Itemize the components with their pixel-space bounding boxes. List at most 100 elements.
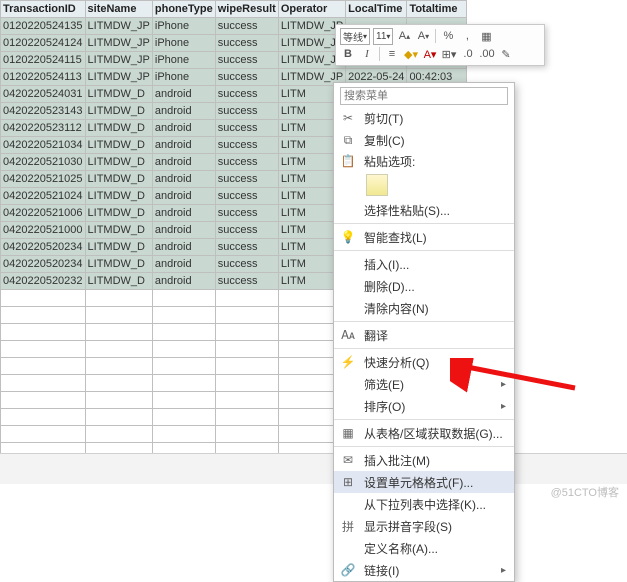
cell[interactable]: android <box>152 86 215 103</box>
cell[interactable]: iPhone <box>152 18 215 35</box>
col-localtime[interactable]: LocalTime <box>346 1 407 18</box>
cell[interactable] <box>85 324 152 341</box>
cell[interactable] <box>215 375 278 392</box>
menu-cut[interactable]: ✂ 剪切(T) <box>334 107 514 129</box>
menu-insert[interactable]: 插入(I)... <box>334 253 514 275</box>
cell[interactable]: android <box>152 205 215 222</box>
cell[interactable]: success <box>215 18 278 35</box>
cell[interactable] <box>152 341 215 358</box>
menu-define-name[interactable]: 定义名称(A)... <box>334 537 514 559</box>
cell[interactable]: LITMDW_D <box>85 273 152 290</box>
col-sitename[interactable]: siteName <box>85 1 152 18</box>
menu-show-pinyin[interactable]: 拼 显示拼音字段(S) <box>334 515 514 537</box>
cell[interactable]: LITMDW_D <box>85 120 152 137</box>
cell[interactable] <box>1 290 86 307</box>
cell[interactable] <box>215 341 278 358</box>
menu-quick-analysis[interactable]: ⚡ 快速分析(Q) <box>334 351 514 373</box>
cell[interactable] <box>215 426 278 443</box>
cell[interactable]: success <box>215 52 278 69</box>
menu-pick-from-list[interactable]: 从下拉列表中选择(K)... <box>334 493 514 515</box>
cell[interactable] <box>85 358 152 375</box>
cell[interactable]: LITMDW_D <box>85 86 152 103</box>
comma-icon[interactable]: , <box>459 28 475 44</box>
italic-button[interactable]: I <box>359 46 375 62</box>
cell[interactable] <box>215 290 278 307</box>
cell[interactable]: android <box>152 120 215 137</box>
cell[interactable] <box>152 324 215 341</box>
cell[interactable] <box>1 324 86 341</box>
border-icon[interactable]: ⊞▾ <box>441 46 457 62</box>
menu-search-input[interactable] <box>340 87 508 105</box>
cell[interactable] <box>152 358 215 375</box>
cell[interactable]: success <box>215 154 278 171</box>
format-painter-icon[interactable]: ✎ <box>498 46 514 62</box>
cell[interactable]: success <box>215 273 278 290</box>
col-totaltime[interactable]: Totaltime <box>407 1 467 18</box>
cell[interactable]: LITMDW_D <box>85 154 152 171</box>
cell[interactable]: LITMDW_D <box>85 103 152 120</box>
cell[interactable]: 0420220520232 <box>1 273 86 290</box>
cell[interactable]: android <box>152 171 215 188</box>
cell[interactable]: 0420220521024 <box>1 188 86 205</box>
cell[interactable]: android <box>152 256 215 273</box>
fill-color-icon[interactable]: ◆▾ <box>403 46 419 62</box>
cell[interactable]: 0420220524031 <box>1 86 86 103</box>
cell[interactable]: success <box>215 205 278 222</box>
cell[interactable]: success <box>215 222 278 239</box>
cell[interactable] <box>152 375 215 392</box>
col-wiperesult[interactable]: wipeResult <box>215 1 278 18</box>
cell[interactable]: LITMDW_JP <box>85 69 152 86</box>
cell[interactable]: success <box>215 120 278 137</box>
cell[interactable] <box>1 341 86 358</box>
cell[interactable]: android <box>152 154 215 171</box>
cell[interactable]: iPhone <box>152 52 215 69</box>
cell[interactable] <box>85 290 152 307</box>
cell[interactable]: android <box>152 188 215 205</box>
menu-translate[interactable]: 🗛 翻译 <box>334 324 514 346</box>
col-operator[interactable]: Operator <box>278 1 345 18</box>
cell[interactable] <box>152 409 215 426</box>
cell[interactable] <box>1 358 86 375</box>
cell[interactable]: LITMDW_D <box>85 222 152 239</box>
cell[interactable]: 0420220521025 <box>1 171 86 188</box>
cell[interactable]: 0120220524115 <box>1 52 86 69</box>
menu-copy[interactable]: ⧉ 复制(C) <box>334 129 514 151</box>
cell[interactable]: LITMDW_D <box>85 256 152 273</box>
cell[interactable]: success <box>215 188 278 205</box>
font-size-select[interactable]: 11 ▾ <box>373 28 393 45</box>
menu-get-data[interactable]: ▦ 从表格/区域获取数据(G)... <box>334 422 514 444</box>
cell[interactable]: LITMDW_JP <box>85 52 152 69</box>
cell[interactable]: success <box>215 256 278 273</box>
cell[interactable]: LITMDW_D <box>85 205 152 222</box>
menu-clear[interactable]: 清除内容(N) <box>334 297 514 319</box>
cell[interactable]: 0420220521000 <box>1 222 86 239</box>
increase-font-icon[interactable]: A▴ <box>396 28 412 44</box>
cell[interactable]: 0420220521034 <box>1 137 86 154</box>
menu-paste-special[interactable]: 选择性粘贴(S)... <box>334 199 514 221</box>
cell[interactable] <box>215 324 278 341</box>
cell[interactable]: 0120220524135 <box>1 18 86 35</box>
cell[interactable]: 0120220524124 <box>1 35 86 52</box>
cell[interactable] <box>85 409 152 426</box>
menu-delete[interactable]: 删除(D)... <box>334 275 514 297</box>
cell[interactable]: LITMDW_D <box>85 239 152 256</box>
cell[interactable]: 0420220520234 <box>1 256 86 273</box>
cell[interactable]: android <box>152 273 215 290</box>
col-phonetype[interactable]: phoneType <box>152 1 215 18</box>
cell[interactable]: 0120220524113 <box>1 69 86 86</box>
menu-search[interactable] <box>340 87 508 105</box>
cell[interactable]: android <box>152 222 215 239</box>
cell[interactable]: LITMDW_D <box>85 137 152 154</box>
cell[interactable]: 0420220521030 <box>1 154 86 171</box>
cell[interactable] <box>85 392 152 409</box>
cell[interactable] <box>85 307 152 324</box>
cell[interactable]: iPhone <box>152 35 215 52</box>
cell[interactable] <box>152 290 215 307</box>
decimal-dec-icon[interactable]: .00 <box>479 46 495 62</box>
menu-format-cells[interactable]: ⊞ 设置单元格格式(F)... <box>334 471 514 493</box>
cell[interactable]: success <box>215 35 278 52</box>
decrease-font-icon[interactable]: A▾ <box>415 28 431 44</box>
menu-insert-comment[interactable]: ✉ 插入批注(M) <box>334 449 514 471</box>
cell[interactable]: success <box>215 137 278 154</box>
cell[interactable]: success <box>215 69 278 86</box>
